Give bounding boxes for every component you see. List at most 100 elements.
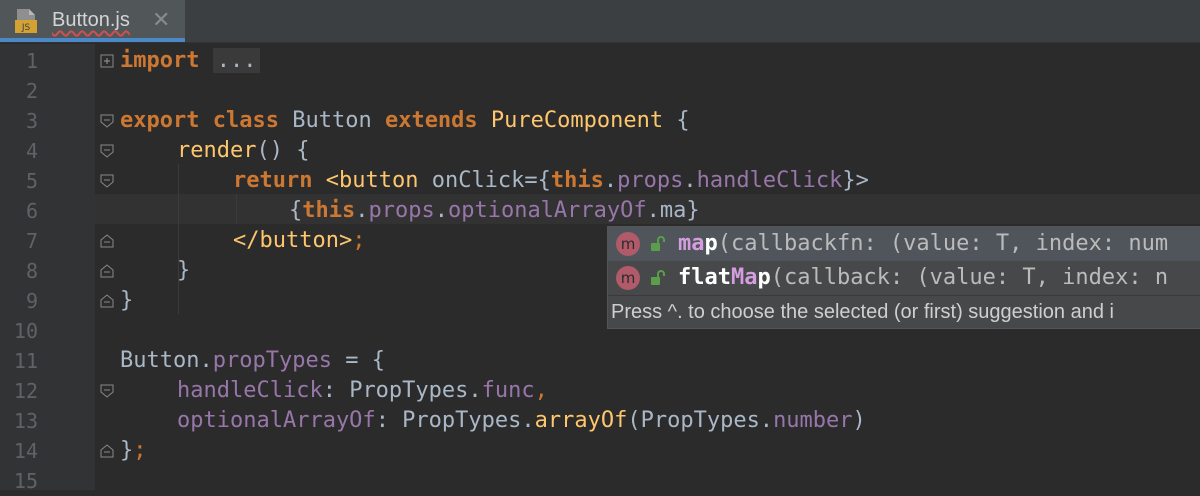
punctuation: . [434,198,448,223]
keyword: export [120,108,200,133]
folded-region[interactable]: ... [212,48,261,73]
brace: } [120,438,134,463]
keyword: this [302,198,356,223]
method-name: render [177,138,257,163]
keyword: extends [384,108,478,133]
suggestion-signature: (callback: (value: T, index: n [770,265,1169,290]
suggestion-item-flatmap[interactable]: m flatMap(callback: (value: T, index: n [608,261,1200,295]
code-line-15: }; [120,436,147,466]
identifier: Button [120,348,200,373]
property: handleClick [177,378,323,403]
jsx-attribute: onClick [431,168,525,193]
suggestion-text: map(callbackfn: (value: T, index: num [678,227,1168,261]
code-line-14: optionalArrayOf: PropTypes.arrayOf(PropT… [177,406,866,436]
punctuation: ; [133,438,147,463]
suggestion-signature: (callbackfn: (value: T, index: num [717,231,1169,256]
property: props [617,168,684,193]
fold-end-icon[interactable] [100,264,114,278]
identifier: (PropTypes. [627,408,774,433]
punctuation: = { [331,348,385,373]
keyword: this [550,168,604,193]
line-number-gutter: 1 2 3 4 5 6 7 8 9 10 11 12 13 14 15 [0,44,114,493]
fold-collapse-icon[interactable] [100,144,114,158]
punctuation: () { [256,138,310,163]
typed-text: .ma} [646,198,700,223]
code-line-12: Button.propTypes = { [120,346,385,376]
punctuation: { [289,198,303,223]
suggestion-name: p [704,231,718,256]
brace: { [676,108,690,133]
js-icon-label: JS [21,23,31,33]
autocomplete-hint: Press ^. to choose the selected (or firs… [608,295,1200,328]
indent-guide [178,164,179,314]
superclass-name: PureComponent [490,108,664,133]
fold-collapse-icon[interactable] [100,174,114,188]
line-number: 5 [25,169,38,193]
fold-collapse-icon[interactable] [100,114,114,128]
code-line-7[interactable]: {this.props.optionalArrayOf.ma} [289,196,700,226]
line-number: 15 [13,469,38,493]
tab-title: Button.js [52,9,130,31]
active-tab-indicator [0,38,185,42]
line-number: 6 [25,199,38,223]
class-name: Button [292,108,372,133]
fold-collapse-icon[interactable] [100,384,114,398]
punctuation: . [199,348,213,373]
suggestion-item-map[interactable]: m map(callbackfn: (value: T, index: num [608,227,1200,261]
punctuation: ={ [524,168,551,193]
line-number: 2 [25,79,38,103]
line-number: 1 [25,49,38,73]
suggestion-name: p [757,265,771,290]
line-number: 7 [25,229,38,253]
lock-open-icon [651,236,665,251]
lock-open-icon [651,270,665,285]
line-number: 12 [13,379,38,403]
code-line-13: handleClick: PropTypes.func, [177,376,548,406]
punctuation: ; [352,228,366,253]
fold-end-icon[interactable] [100,294,114,308]
fold-end-icon[interactable] [100,444,114,458]
line-number: 14 [13,439,38,463]
code-line-9: } [177,258,191,283]
code-line-8: </button>; [233,226,365,256]
line-number: 3 [25,109,38,133]
jsx-tag: </button> [233,228,353,253]
code-line-4: export class Button extends PureComponen… [120,106,690,136]
identifier: : PropTypes. [375,408,535,433]
fold-expand-icon[interactable] [100,54,114,68]
method-icon: m [616,266,640,290]
line-number: 9 [25,289,38,313]
line-number: 8 [25,259,38,283]
property: propTypes [212,348,332,373]
punctuation: ) [852,408,866,433]
property: props [368,198,435,223]
punctuation: }> [842,168,869,193]
keyword: class [212,108,279,133]
property: optionalArrayOf [447,198,647,223]
autocomplete-popup: m map(callbackfn: (value: T, index: num … [607,226,1200,329]
line-number: 4 [25,139,38,163]
jsx-tag: <button [325,168,419,193]
matched-prefix: Ma [730,265,758,290]
tab-button-js[interactable]: JS Button.js ✕ [0,0,185,42]
code-line-1: import ... [120,46,261,76]
punctuation: . [683,168,697,193]
keyword: import [120,48,200,73]
line-number: 11 [13,349,38,373]
indent-guide [236,194,237,224]
matched-prefix: ma [678,231,705,256]
property: handleClick [696,168,843,193]
fold-end-icon[interactable] [100,234,114,248]
code-line-10: } [120,288,134,313]
line-number: 10 [13,319,38,343]
identifier: : PropTypes. [322,378,482,403]
punctuation: . [603,168,618,193]
property: number [773,408,853,433]
suggestion-text: flatMap(callback: (value: T, index: n [678,261,1168,295]
punctuation: . [355,198,369,223]
property: func [481,378,535,403]
keyword: return [233,168,313,193]
close-icon[interactable]: ✕ [152,8,170,33]
javascript-file-icon: JS [15,9,37,33]
property: optionalArrayOf [177,408,376,433]
